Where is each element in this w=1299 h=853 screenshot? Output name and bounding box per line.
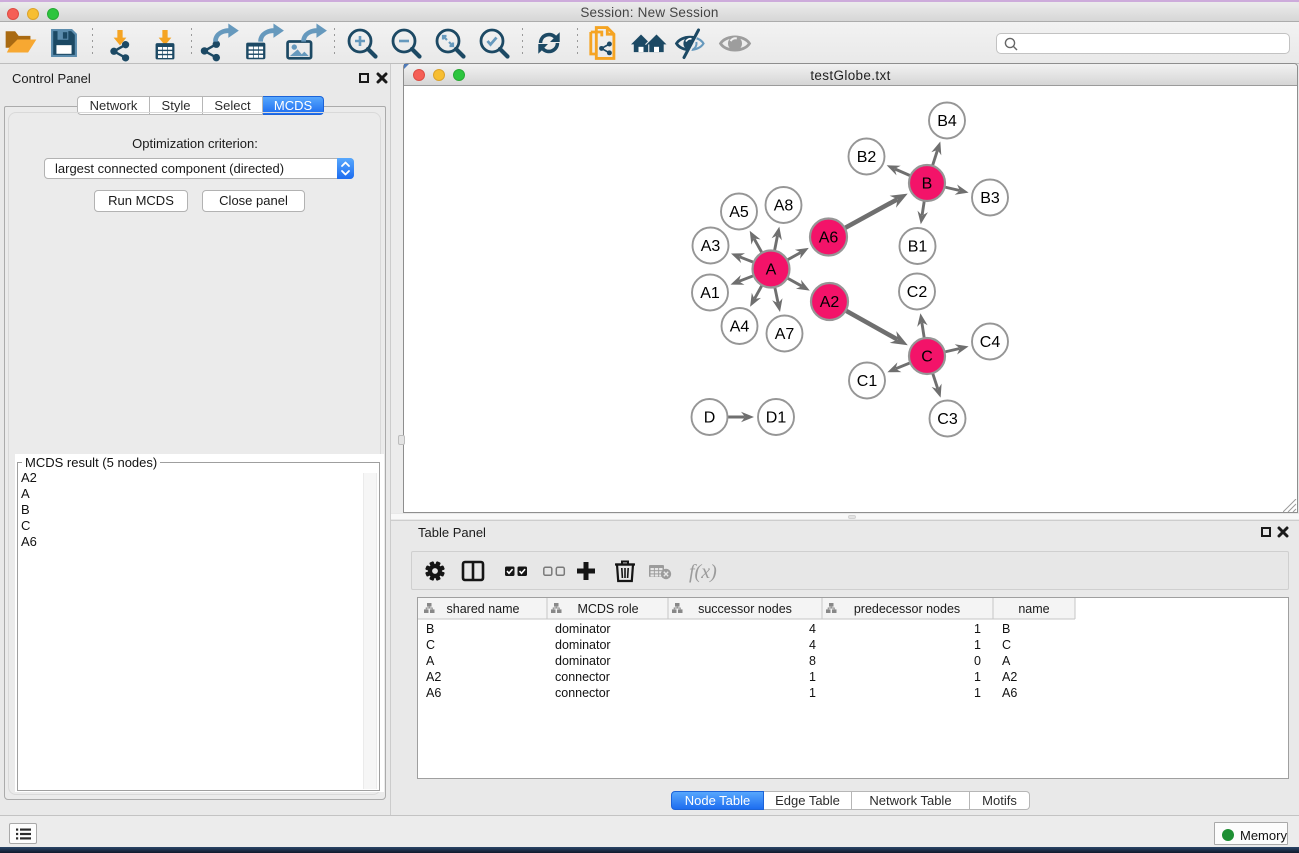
svg-text:0: 0	[974, 654, 981, 668]
svg-text:A: A	[426, 654, 435, 668]
svg-text:B: B	[1002, 622, 1010, 636]
svg-text:1: 1	[974, 686, 981, 700]
svg-text:1: 1	[809, 686, 816, 700]
svg-text:dominator: dominator	[555, 654, 611, 668]
svg-text:B: B	[922, 176, 933, 193]
svg-text:A1: A1	[700, 285, 720, 302]
svg-text:A3: A3	[701, 238, 721, 255]
svg-text:shared name: shared name	[447, 602, 520, 616]
svg-text:A5: A5	[729, 204, 749, 221]
svg-text:A6: A6	[1002, 686, 1017, 700]
svg-text:A2: A2	[426, 670, 441, 684]
svg-text:f(x): f(x)	[689, 561, 717, 583]
svg-text:connector: connector	[555, 686, 610, 700]
svg-text:A: A	[1002, 654, 1011, 668]
svg-text:successor nodes: successor nodes	[698, 602, 792, 616]
svg-text:B4: B4	[937, 113, 957, 130]
svg-text:connector: connector	[555, 670, 610, 684]
svg-text:B3: B3	[980, 190, 1000, 207]
svg-text:C3: C3	[937, 411, 958, 428]
svg-text:D: D	[704, 410, 716, 427]
svg-text:B2: B2	[857, 149, 877, 166]
svg-text:1: 1	[809, 670, 816, 684]
svg-text:C: C	[1002, 638, 1011, 652]
svg-text:predecessor nodes: predecessor nodes	[854, 602, 960, 616]
svg-text:dominator: dominator	[555, 622, 611, 636]
svg-text:A: A	[766, 262, 777, 279]
svg-text:A2: A2	[820, 294, 840, 311]
svg-text:C: C	[426, 638, 435, 652]
svg-text:C2: C2	[907, 284, 928, 301]
svg-text:dominator: dominator	[555, 638, 611, 652]
svg-text:D1: D1	[766, 410, 787, 427]
svg-text:1: 1	[974, 622, 981, 636]
svg-text:A6: A6	[819, 230, 839, 247]
svg-text:4: 4	[809, 638, 816, 652]
svg-text:name: name	[1018, 602, 1049, 616]
svg-text:B: B	[426, 622, 434, 636]
svg-text:4: 4	[809, 622, 816, 636]
svg-text:A8: A8	[774, 198, 794, 215]
svg-text:8: 8	[809, 654, 816, 668]
svg-text:A2: A2	[1002, 670, 1017, 684]
svg-text:C4: C4	[980, 334, 1001, 351]
svg-text:A7: A7	[775, 326, 795, 343]
svg-text:A6: A6	[426, 686, 441, 700]
svg-text:C1: C1	[857, 373, 878, 390]
svg-text:1: 1	[974, 638, 981, 652]
svg-text:A4: A4	[730, 319, 750, 336]
svg-text:1: 1	[974, 670, 981, 684]
svg-text:C: C	[921, 349, 933, 366]
svg-text:B1: B1	[908, 239, 928, 256]
svg-text:MCDS role: MCDS role	[577, 602, 638, 616]
